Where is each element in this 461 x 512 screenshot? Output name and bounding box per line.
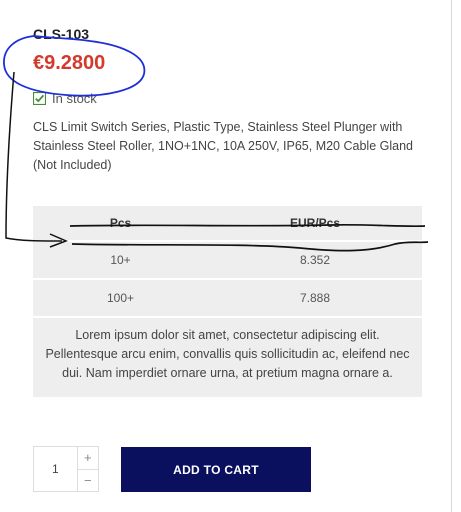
tier-table-header: Pcs EUR/Pcs [33,206,422,242]
quantity-buttons: + − [76,447,98,492]
right-divider [451,0,452,512]
tier-price: 7.888 [299,291,331,305]
tier-price-table: Pcs EUR/Pcs 10+ 8.352 100+ 7.888 Lorem i… [33,206,422,397]
checkbox-check-icon [33,92,46,105]
header-eur-per-pcs: EUR/Pcs [289,216,341,230]
tier-qty: 10+ [110,253,131,267]
quantity-increase-button[interactable]: + [78,447,98,469]
quantity-stepper[interactable]: 1 + − [33,446,99,492]
tier-price: 8.352 [299,253,331,267]
product-price: €9.2800 [33,52,106,74]
table-row: 10+ 8.352 [33,242,422,280]
tier-qty: 100+ [106,291,135,305]
tier-table-note: Lorem ipsum dolor sit amet, consectetur … [45,328,410,380]
product-sku: CLS-103 [33,26,90,42]
quantity-decrease-button[interactable]: − [77,468,98,492]
product-description: CLS Limit Switch Series, Plastic Type, S… [33,120,413,172]
table-row: 100+ 7.888 [33,280,422,318]
quantity-input[interactable]: 1 [34,447,77,491]
stock-label: In stock [52,91,97,106]
add-to-cart-button[interactable]: ADD TO CART [121,447,311,492]
stock-status: In stock [33,91,97,106]
header-pcs: Pcs [109,216,132,230]
